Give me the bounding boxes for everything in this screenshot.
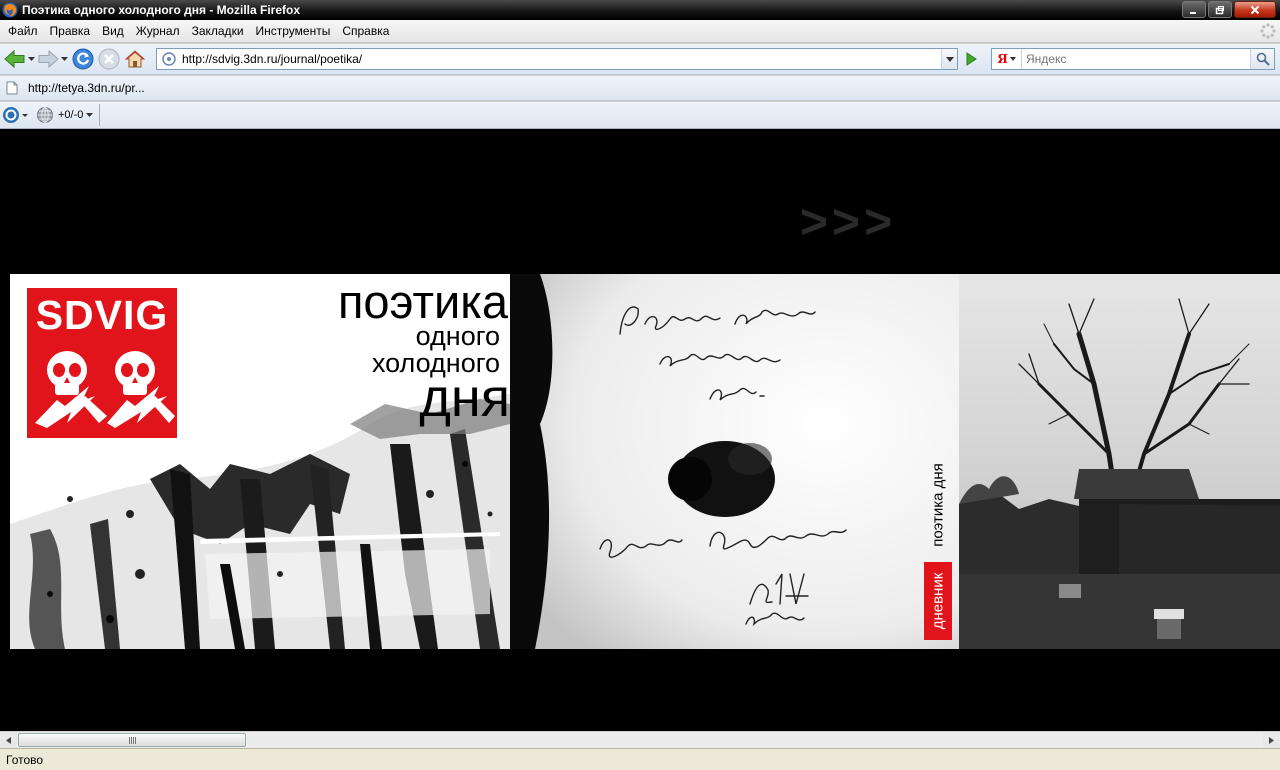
restore-icon — [1215, 5, 1224, 14]
vertical-labels: поэтика дня дневник — [922, 274, 952, 649]
vertical-label-diary-text: дневник — [929, 572, 947, 630]
dropdown-arrow-icon — [86, 113, 94, 117]
url-text[interactable]: http://sdvig.3dn.ru/journal/poetika/ — [182, 52, 941, 66]
vertical-label-diary[interactable]: дневник — [924, 562, 952, 640]
reload-icon — [72, 48, 94, 70]
window-titlebar[interactable]: Поэтика одного холодного дня - Mozilla F… — [0, 0, 1280, 20]
yandex-logo-icon: Я — [997, 52, 1008, 66]
url-history-dropdown[interactable] — [941, 49, 957, 69]
scroll-thumb[interactable] — [18, 733, 246, 747]
menu-file[interactable]: Файл — [2, 24, 44, 38]
bookmarks-toolbar: http://tetya.3dn.ru/pr... — [0, 76, 1280, 101]
restore-button[interactable] — [1208, 1, 1232, 18]
vertical-label-poetics-text: поэтика дня — [929, 463, 947, 547]
dropdown-arrow-icon — [28, 57, 35, 61]
minimize-icon — [1190, 11, 1196, 14]
forward-history-dropdown[interactable] — [61, 46, 68, 72]
home-button[interactable] — [122, 46, 148, 72]
toolbar-separator — [99, 104, 101, 126]
back-button[interactable] — [2, 46, 28, 72]
poster-title: поэтика одного холодного дня — [210, 278, 510, 425]
bookmark-label: http://tetya.3dn.ru/pr... — [28, 81, 145, 95]
dropdown-arrow-icon — [945, 56, 954, 62]
go-button[interactable] — [960, 49, 982, 69]
poster-panel-photo — [959, 274, 1280, 649]
scroll-left-button[interactable] — [0, 732, 17, 748]
url-bar[interactable]: http://sdvig.3dn.ru/journal/poetika/ — [156, 48, 958, 70]
close-icon — [1250, 5, 1260, 14]
status-text: Готово — [6, 752, 44, 767]
stop-button[interactable] — [96, 46, 122, 72]
search-input[interactable] — [1022, 52, 1250, 66]
search-button[interactable] — [1250, 49, 1274, 69]
poster-title-line1: поэтика — [337, 275, 508, 328]
scroll-right-button[interactable] — [1263, 732, 1280, 748]
search-icon — [1256, 52, 1270, 66]
back-history-dropdown[interactable] — [28, 46, 35, 72]
page-content: >>> SDVIG поэтика одного холодного дня п… — [0, 129, 1280, 731]
menu-help[interactable]: Справка — [336, 24, 395, 38]
next-arrows-link[interactable]: >>> — [800, 195, 896, 250]
rating-counter-value: +0/-0 — [58, 109, 84, 121]
forward-arrow-icon — [38, 49, 59, 69]
poster-panel-art: SDVIG поэтика одного холодного дня — [10, 274, 510, 649]
menu-bookmarks[interactable]: Закладки — [186, 24, 250, 38]
extension-logo-icon[interactable] — [2, 106, 20, 124]
horizontal-scrollbar[interactable] — [0, 731, 1280, 748]
extension-toolbar: +0/-0 — [0, 102, 1280, 129]
scroll-grip-icon — [128, 736, 136, 744]
menu-history[interactable]: Журнал — [130, 24, 186, 38]
close-button[interactable] — [1234, 1, 1276, 18]
reload-button[interactable] — [70, 46, 96, 72]
dropdown-arrow-icon[interactable] — [20, 106, 30, 124]
page-icon — [6, 81, 18, 95]
dropdown-arrow-icon — [61, 57, 68, 61]
back-arrow-icon — [4, 49, 25, 69]
navigation-toolbar: http://sdvig.3dn.ru/journal/poetika/ Я — [0, 44, 1280, 75]
firefox-logo-icon — [2, 2, 18, 18]
sdvig-logo[interactable]: SDVIG — [27, 288, 177, 438]
menu-edit[interactable]: Правка — [44, 24, 97, 38]
search-bar[interactable]: Я — [991, 48, 1275, 70]
poster-panel-handwriting — [510, 274, 959, 649]
go-arrow-icon — [966, 52, 977, 66]
scroll-left-icon — [6, 736, 11, 744]
minimize-button[interactable] — [1182, 1, 1206, 18]
menu-view[interactable]: Вид — [96, 24, 130, 38]
scroll-right-icon — [1269, 736, 1274, 744]
window-title: Поэтика одного холодного дня - Mozilla F… — [22, 3, 301, 17]
rating-counter[interactable]: +0/-0 — [58, 109, 94, 121]
poster-banner: SDVIG поэтика одного холодного дня поэти… — [10, 274, 1280, 649]
site-identity-icon — [162, 52, 176, 66]
dropdown-arrow-icon — [1009, 57, 1016, 61]
vertical-label-poetics[interactable]: поэтика дня — [924, 452, 952, 558]
stop-icon — [98, 48, 120, 70]
menu-bar: Файл Правка Вид Журнал Закладки Инструме… — [0, 20, 1280, 43]
throbber-icon — [1260, 23, 1276, 39]
forward-button[interactable] — [35, 46, 61, 72]
bookmark-item[interactable]: http://tetya.3dn.ru/pr... — [6, 81, 145, 95]
handwritten-paper-image — [510, 274, 959, 649]
poster-title-line4: дня — [419, 368, 510, 428]
search-engine-selector[interactable]: Я — [992, 49, 1022, 69]
globe-icon[interactable] — [36, 106, 54, 124]
winter-tree-photo — [959, 274, 1280, 649]
menu-tools[interactable]: Инструменты — [250, 24, 337, 38]
home-icon — [124, 50, 146, 68]
skull-crossbones-icon — [35, 351, 175, 428]
status-bar: Готово — [0, 748, 1280, 770]
